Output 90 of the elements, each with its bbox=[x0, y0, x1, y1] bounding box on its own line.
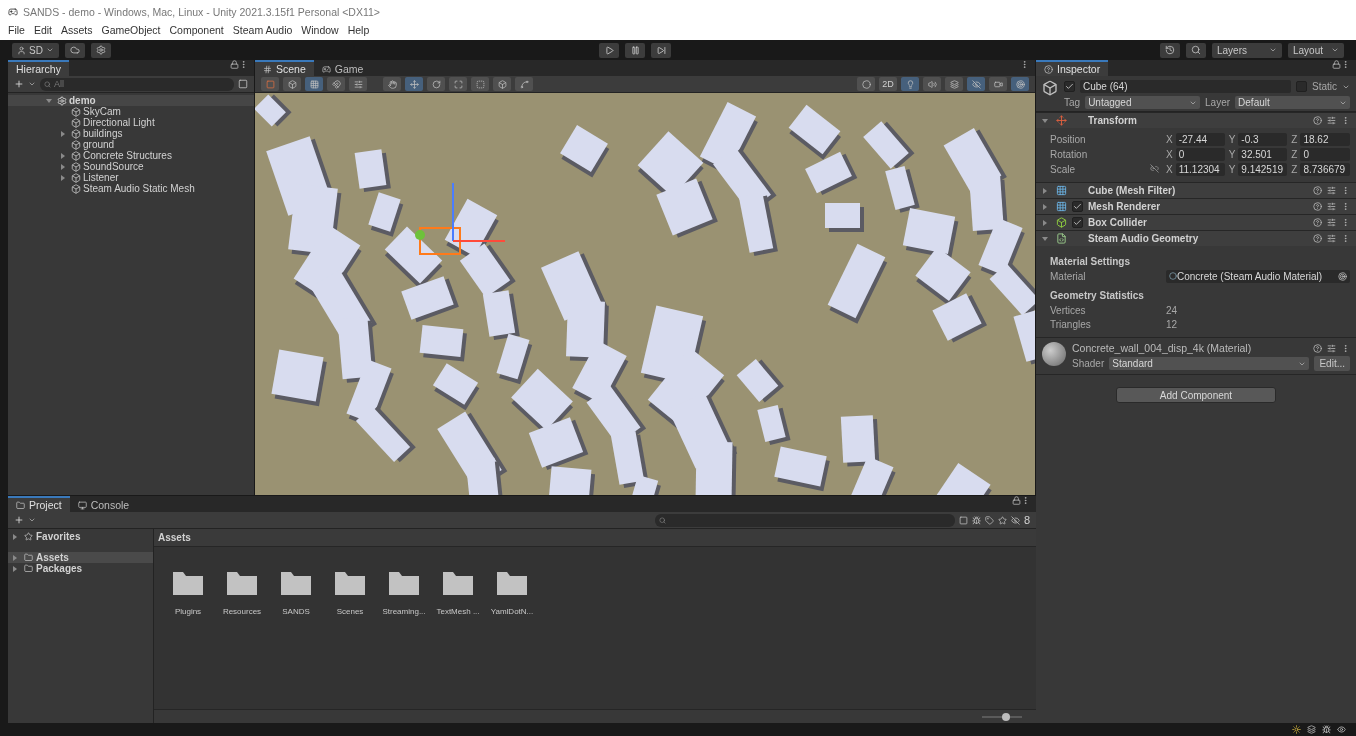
number-field[interactable]: 8.736679 bbox=[1300, 162, 1350, 176]
axis-label: X bbox=[1166, 133, 1173, 145]
hierarchy-item[interactable]: SkyCam bbox=[83, 106, 121, 117]
axis-label: Z bbox=[1291, 163, 1298, 175]
folder-name: TextMesh ... bbox=[436, 607, 480, 616]
hierarchy-item[interactable]: demo bbox=[69, 95, 96, 106]
hierarchy-tab[interactable]: Hierarchy bbox=[8, 60, 69, 76]
folder-name: Scenes bbox=[336, 607, 364, 616]
axis-label: X bbox=[1166, 148, 1173, 160]
component-header[interactable]: Mesh Renderer bbox=[1036, 198, 1356, 214]
inspector-tab[interactable]: Inspector bbox=[1036, 60, 1109, 76]
shader-label: Shader bbox=[1072, 358, 1105, 369]
folder-name: YamlDotN... bbox=[490, 607, 534, 616]
hierarchy-item[interactable]: Concrete Structures bbox=[83, 150, 172, 161]
layout-dropdown[interactable]: Layout bbox=[1288, 42, 1344, 58]
hidden-count: 8 bbox=[1023, 514, 1030, 526]
component-header[interactable]: Steam Audio Geometry bbox=[1036, 230, 1356, 246]
menu-item[interactable]: GameObject bbox=[101, 24, 161, 36]
section-heading: Material Settings bbox=[1050, 256, 1132, 269]
folder-name: Streaming... bbox=[382, 607, 426, 616]
number-field[interactable]: 32.501 bbox=[1238, 147, 1288, 161]
axis-label: Z bbox=[1291, 148, 1298, 160]
menu-item[interactable]: Assets bbox=[61, 24, 93, 36]
hierarchy-item[interactable]: buildings bbox=[83, 128, 123, 139]
property-label: Scale bbox=[1050, 163, 1076, 175]
hierarchy-item[interactable]: ground bbox=[83, 139, 115, 150]
number-field[interactable]: -0.3 bbox=[1238, 132, 1288, 146]
hierarchy-item[interactable]: Steam Audio Static Mesh bbox=[83, 183, 195, 194]
shader-dropdown[interactable]: Standard bbox=[1109, 357, 1310, 370]
layer-dropdown[interactable]: Default bbox=[1235, 96, 1350, 109]
menu-item[interactable]: File bbox=[8, 24, 25, 36]
layers-dropdown[interactable]: Layers bbox=[1212, 42, 1282, 58]
axis-label: Y bbox=[1228, 148, 1236, 160]
component-title: Steam Audio Geometry bbox=[1088, 233, 1199, 244]
axis-label: Z bbox=[1291, 133, 1298, 145]
component-title: Transform bbox=[1088, 115, 1137, 126]
folder-name: Plugins bbox=[174, 607, 202, 616]
tag-label: Tag bbox=[1064, 97, 1081, 108]
edit-button[interactable]: Edit... bbox=[1314, 356, 1350, 371]
component-title: Box Collider bbox=[1088, 217, 1147, 228]
breadcrumb[interactable]: Assets bbox=[158, 532, 191, 543]
toggle-2d-button[interactable]: 2D bbox=[879, 77, 897, 91]
static-label: Static bbox=[1312, 81, 1337, 92]
material-title: Concrete_wall_004_disp_4k (Material) bbox=[1072, 342, 1252, 354]
favorites-item[interactable]: Favorites bbox=[8, 531, 153, 542]
project-root-item[interactable]: Packages bbox=[8, 563, 153, 574]
object-field[interactable]: Concrete (Steam Audio Material) bbox=[1166, 269, 1350, 283]
axis-label: X bbox=[1166, 163, 1173, 175]
component-title: Cube (Mesh Filter) bbox=[1088, 185, 1176, 196]
account-dropdown[interactable]: SD bbox=[12, 42, 59, 58]
property-value: 12 bbox=[1166, 318, 1179, 330]
project-root-item[interactable]: Assets bbox=[8, 552, 153, 563]
hierarchy-item[interactable]: Listener bbox=[83, 172, 119, 183]
folder-name: Resources bbox=[222, 607, 262, 616]
layer-label: Layer bbox=[1205, 97, 1231, 108]
add-component-button[interactable]: Add Component bbox=[1116, 387, 1276, 403]
tag-dropdown[interactable]: Untagged bbox=[1085, 96, 1201, 109]
component-title: Mesh Renderer bbox=[1088, 201, 1161, 212]
name-field[interactable]: Cube (64) bbox=[1080, 80, 1291, 93]
number-field[interactable]: -27.44 bbox=[1175, 132, 1225, 146]
number-field[interactable]: 18.62 bbox=[1300, 132, 1350, 146]
property-label: Vertices bbox=[1050, 304, 1087, 316]
axis-label: Y bbox=[1228, 133, 1236, 145]
number-field[interactable]: 0 bbox=[1175, 147, 1225, 161]
property-value: 24 bbox=[1166, 304, 1179, 316]
project-tab[interactable]: Console bbox=[69, 496, 138, 512]
component-header[interactable]: Transform bbox=[1036, 112, 1356, 128]
menu-item[interactable]: Help bbox=[347, 24, 370, 36]
number-field[interactable]: 11.12304 bbox=[1175, 162, 1225, 176]
menu-item[interactable]: Steam Audio bbox=[232, 24, 293, 36]
window-title: SANDS - demo - Windows, Mac, Linux - Unity 2021.3.15f1 Personal <DX11> bbox=[23, 6, 380, 18]
axis-label: Y bbox=[1228, 163, 1236, 175]
component-header[interactable]: Cube (Mesh Filter) bbox=[1036, 182, 1356, 198]
hierarchy-item[interactable]: Directional Light bbox=[83, 117, 155, 128]
number-field[interactable]: 0 bbox=[1300, 147, 1350, 161]
property-label: Material bbox=[1050, 270, 1087, 282]
menu-item[interactable]: Edit bbox=[33, 24, 52, 36]
number-field[interactable]: 9.142519 bbox=[1238, 162, 1288, 176]
project-tab[interactable]: Project bbox=[8, 496, 70, 512]
menu-item[interactable]: Component bbox=[169, 24, 224, 36]
section-heading: Geometry Statistics bbox=[1050, 290, 1145, 303]
scene-tab[interactable]: Game bbox=[313, 60, 372, 76]
component-header[interactable]: Box Collider bbox=[1036, 214, 1356, 230]
folder-name: SANDS bbox=[282, 607, 310, 616]
hierarchy-item[interactable]: SoundSource bbox=[83, 161, 144, 172]
property-label: Triangles bbox=[1050, 318, 1092, 330]
scene-tab[interactable]: Scene bbox=[255, 60, 314, 76]
menu-item[interactable]: Window bbox=[301, 24, 339, 36]
property-label: Position bbox=[1050, 133, 1087, 145]
property-label: Rotation bbox=[1050, 148, 1089, 160]
